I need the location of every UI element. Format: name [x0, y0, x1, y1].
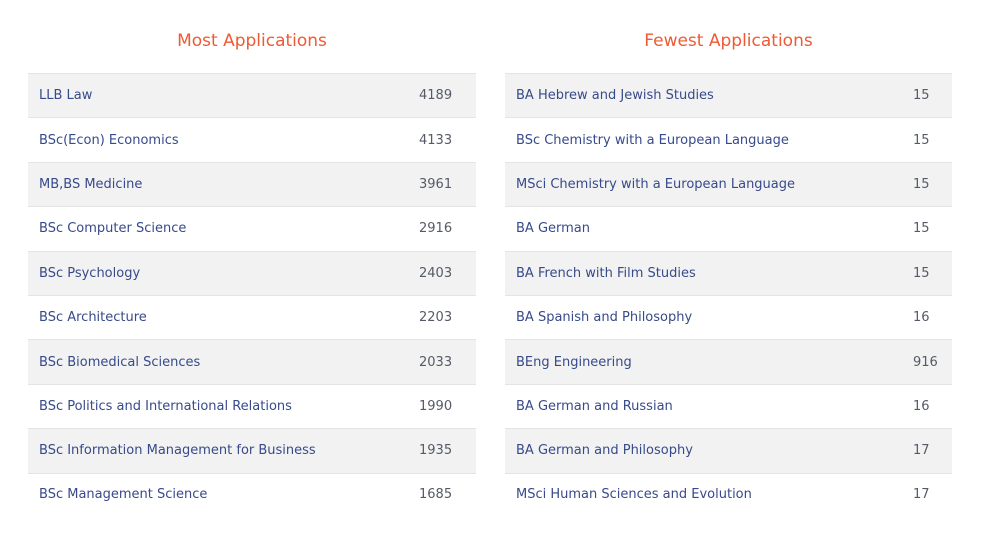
- application-count: 2033: [419, 354, 453, 370]
- application-count: 16: [913, 310, 930, 326]
- course-name: BSc(Econ) Economics: [39, 132, 179, 148]
- list-item: BA German and Philosophy 17: [505, 428, 952, 473]
- application-count: 15: [913, 265, 930, 281]
- list-item: BSc Computer Science 2916: [28, 206, 476, 251]
- fewest-applications-list: BA Hebrew and Jewish Studies 15 BSc Chemis…: [505, 73, 952, 517]
- application-count: 3961: [419, 176, 453, 192]
- course-name: LLB Law: [39, 88, 93, 104]
- application-count: 1990: [419, 398, 453, 414]
- course-name: BSc Biomedical Sciences: [39, 354, 201, 370]
- course-name: BA Spanish and Philosophy: [516, 310, 693, 326]
- course-name: MB,BS Medicine: [39, 176, 143, 192]
- list-item: BA German and Russian 16: [505, 383, 952, 429]
- course-name: BA French with Film Studies: [516, 265, 696, 281]
- course-name: BSc Management Science: [39, 487, 208, 503]
- list-item: BEng Engineering 916: [505, 339, 952, 384]
- list-item: BA French with Film Studies 15: [505, 250, 952, 295]
- application-count: 1685: [419, 487, 453, 503]
- list-item: LLB Law 4189: [28, 73, 476, 118]
- course-name: BSc Chemistry with a European Language: [516, 132, 789, 148]
- list-item: MB,BS Medicine 3961: [28, 161, 476, 207]
- list-item: BSc(Econ) Economics 4133: [28, 117, 476, 162]
- application-count: 15: [913, 88, 930, 104]
- course-name: BSc Architecture: [39, 310, 147, 326]
- list-item: BSc Chemistry with a European Language 15: [505, 117, 952, 162]
- most-applications-title: Most Applications: [177, 31, 327, 51]
- course-name: BSc Computer Science: [39, 221, 187, 237]
- application-count: 4189: [419, 88, 453, 104]
- application-count: 15: [913, 221, 930, 237]
- course-name: BEng Engineering: [516, 354, 632, 370]
- course-name: MSci Human Sciences and Evolution: [516, 487, 752, 503]
- course-name: BA German: [516, 221, 591, 237]
- application-count: 2403: [419, 265, 453, 281]
- most-applications-panel: Most Applications LLB Law 4189 BSc(Econ) E…: [28, 0, 476, 517]
- course-name: BSc Politics and International Relations: [39, 398, 292, 414]
- application-count: 16: [913, 398, 930, 414]
- application-count: 15: [913, 132, 930, 148]
- list-item: BSc Biomedical Sciences 2033: [28, 339, 476, 384]
- list-item: BSc Information Management for Business 1…: [28, 428, 476, 473]
- list-item: BA German 15: [505, 206, 952, 251]
- application-count: 2203: [419, 310, 453, 326]
- course-name: BSc Information Management for Business: [39, 443, 316, 459]
- list-item: MSci Human Sciences and Evolution 17: [505, 472, 952, 517]
- list-item: BA Hebrew and Jewish Studies 15: [505, 73, 952, 118]
- list-item: MSci Chemistry with a European Language 1…: [505, 161, 952, 207]
- list-item: BSc Architecture 2203: [28, 294, 476, 340]
- list-item: BSc Psychology 2403: [28, 250, 476, 295]
- application-count: 916: [913, 354, 938, 370]
- application-count: 1935: [419, 443, 453, 459]
- application-count: 4133: [419, 132, 453, 148]
- list-item: BSc Management Science 1685: [28, 472, 476, 517]
- application-count: 2916: [419, 221, 453, 237]
- fewest-applications-title: Fewest Applications: [644, 31, 813, 51]
- fewest-applications-panel: Fewest Applications BA Hebrew and Jewish…: [505, 0, 952, 517]
- most-applications-list: LLB Law 4189 BSc(Econ) Economics 4133 MB,BS …: [28, 73, 476, 517]
- course-name: BSc Psychology: [39, 265, 141, 281]
- course-name: MSci Chemistry with a European Language: [516, 176, 796, 192]
- list-item: BSc Politics and International Relations…: [28, 383, 476, 429]
- list-item: BA Spanish and Philosophy 16: [505, 294, 952, 340]
- application-count: 17: [913, 487, 930, 503]
- course-name: BA Hebrew and Jewish Studies: [516, 88, 714, 104]
- course-name: BA German and Philosophy: [516, 443, 693, 459]
- course-name: BA German and Russian: [516, 398, 673, 414]
- application-count: 15: [913, 176, 930, 192]
- application-count: 17: [913, 443, 930, 459]
